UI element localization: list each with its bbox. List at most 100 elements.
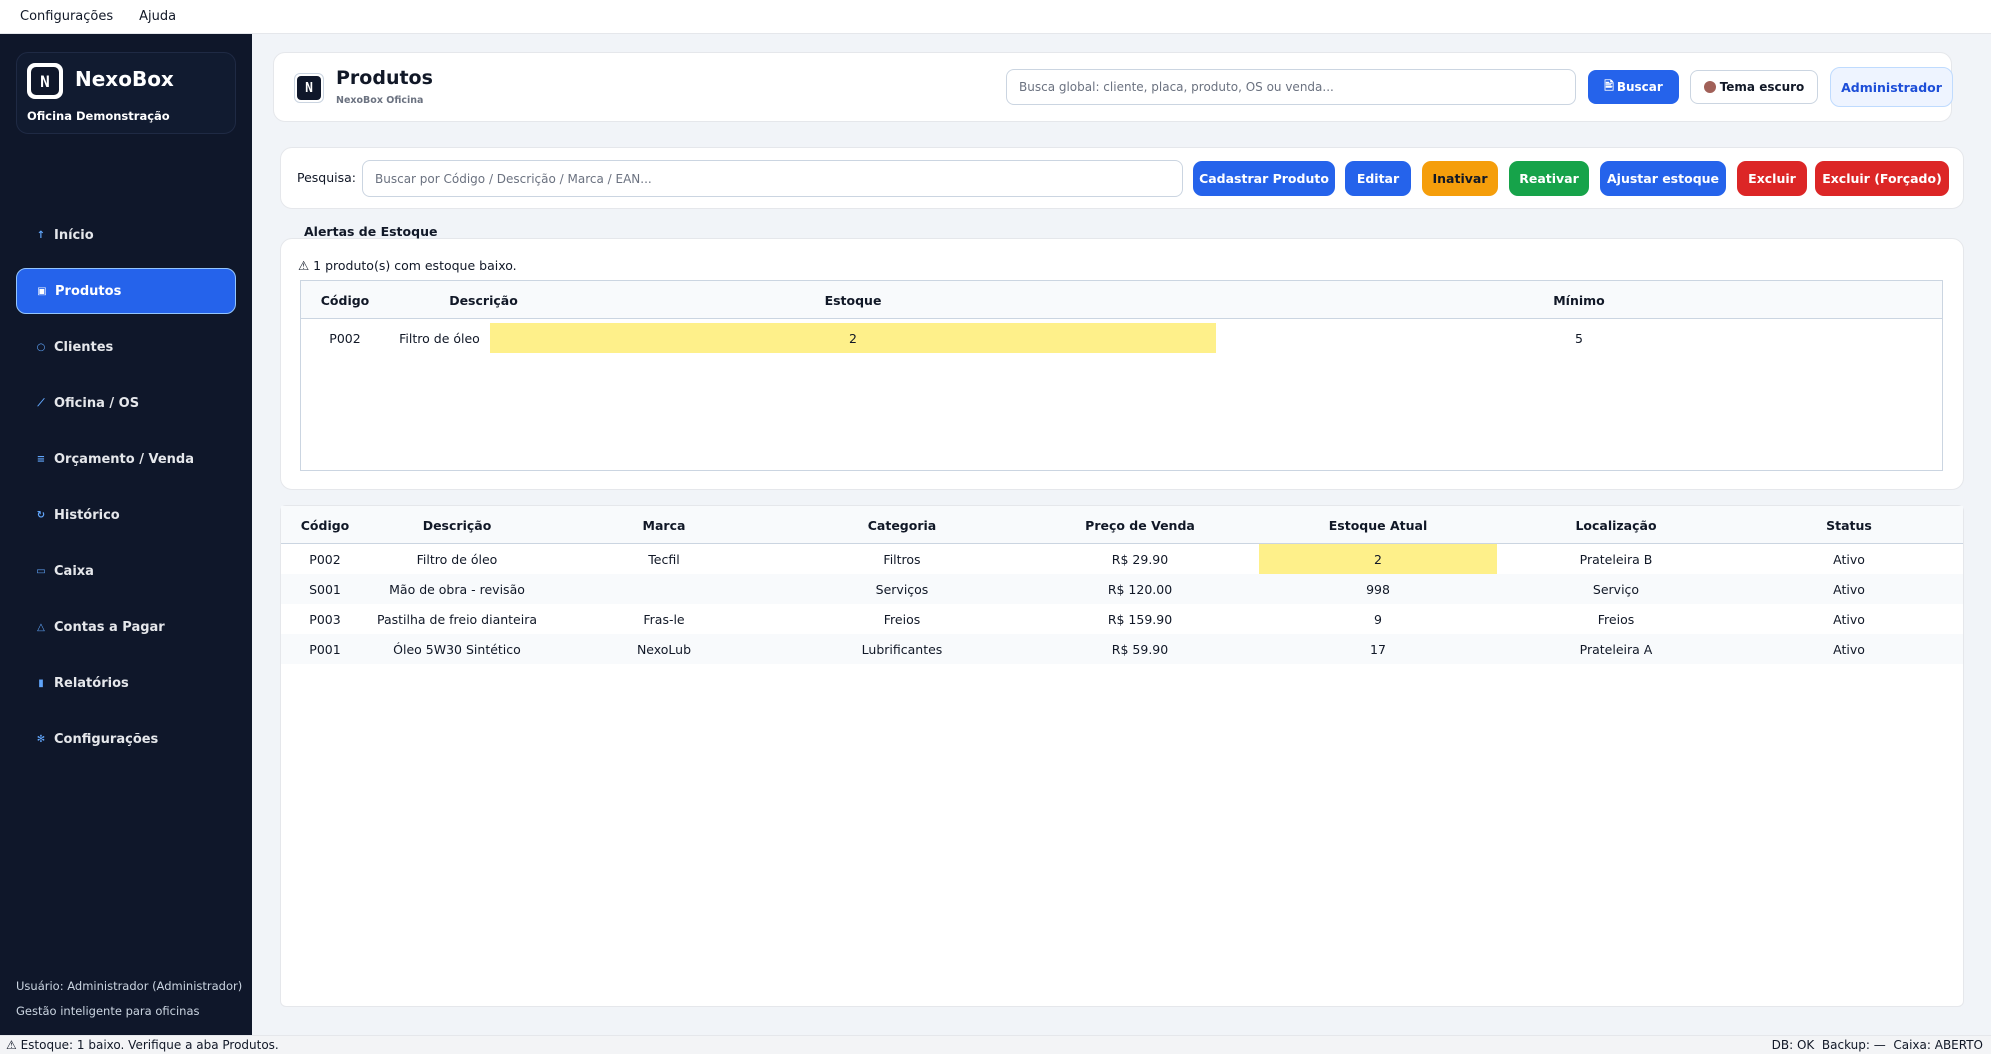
products-cell-preco: R$ 159.90	[1107, 611, 1173, 627]
alerts-cell-descricao: Filtro de óleo	[399, 330, 480, 346]
table-row[interactable]: P001 Óleo 5W30 Sintético NexoLub Lubrifican…	[281, 634, 1963, 664]
reativar-button[interactable]: Reativar	[1509, 161, 1589, 196]
product-search-input[interactable]	[362, 160, 1183, 197]
products-cell-codigo: S001	[309, 581, 341, 597]
brand-name: NexoBox	[75, 67, 174, 91]
brand-subtitle: Oficina Demonstração	[27, 109, 170, 123]
footer-user: Usuário: Administrador (Administrador)	[16, 979, 243, 993]
products-cell-descricao: Óleo 5W30 Sintético	[393, 641, 521, 657]
global-search-button[interactable]: 🖹 Buscar	[1588, 70, 1679, 104]
products-col-codigo[interactable]: Código	[281, 506, 369, 544]
products-cell-descricao: Filtro de óleo	[416, 551, 498, 567]
products-cell-categoria: Lubrificantes	[861, 641, 943, 657]
sidebar-item-orcamento-venda[interactable]: ≡ Orçamento / Venda	[16, 436, 236, 482]
products-col-estoque[interactable]: Estoque Atual	[1259, 506, 1497, 544]
products-cell-status: Ativo	[1833, 551, 1865, 567]
sidebar-item-caixa[interactable]: ▭ Caixa	[16, 548, 236, 594]
sidebar-item-contas-a-pagar[interactable]: △ Contas a Pagar	[16, 604, 236, 650]
statusbar: ⚠ Estoque: 1 baixo. Verifique a aba Prod…	[0, 1035, 1991, 1054]
list-icon: ≡	[36, 453, 46, 465]
products-cell-marca	[545, 574, 783, 604]
menu-ajuda[interactable]: Ajuda	[131, 9, 184, 24]
page-header: N Produtos NexoBox Oficina 🖹Buscar Tema …	[273, 52, 1953, 122]
sidebar-item-produtos[interactable]: ▣ Produtos	[16, 268, 236, 314]
statusbar-stock-message: ⚠ Estoque: 1 baixo. Verifique a aba Prod…	[6, 1038, 279, 1052]
products-table[interactable]: Código Descrição Marca Categoria Preço de Ve…	[280, 505, 1964, 1007]
cash-icon: ▭	[36, 565, 46, 577]
nexobox-logo-icon: N	[31, 67, 59, 95]
table-row[interactable]: S001 Mão de obra - revisão Serviços R$ 120.…	[281, 574, 1963, 604]
stock-alerts-table[interactable]: Código Descrição Estoque Mínimo P002 Filt…	[300, 280, 1943, 471]
excluir-forcado-button[interactable]: Excluir (Forçado)	[1815, 161, 1949, 196]
products-cell-marca: NexoLub	[636, 641, 692, 657]
menu-configuracoes[interactable]: Configurações	[12, 9, 121, 24]
products-cell-categoria: Freios	[883, 611, 921, 627]
products-col-localizacao[interactable]: Localização	[1497, 506, 1735, 544]
editar-button[interactable]: Editar	[1345, 161, 1411, 196]
sidebar-item-label: Orçamento / Venda	[54, 451, 195, 467]
sidebar-item-historico[interactable]: ↻ Histórico	[16, 492, 236, 538]
header-logo: N	[294, 73, 324, 103]
sidebar-item-label: Oficina / OS	[54, 395, 140, 411]
sidebar-item-label: Clientes	[54, 339, 114, 355]
products-cell-codigo: P002	[309, 551, 341, 567]
box-icon: ▣	[37, 285, 47, 297]
products-cell-preco: R$ 29.90	[1111, 551, 1169, 567]
sidebar-item-label: Contas a Pagar	[54, 619, 165, 635]
products-cell-localizacao: Prateleira B	[1579, 551, 1653, 567]
sidebar-item-clientes[interactable]: ○ Clientes	[16, 324, 236, 370]
sidebar-footer: Usuário: Administrador (Administrador) G…	[16, 974, 242, 1024]
sidebar-item-label: Histórico	[54, 507, 120, 523]
products-col-status[interactable]: Status	[1735, 506, 1963, 544]
gear-icon: ✻	[36, 733, 46, 745]
ajustar-estoque-button[interactable]: Ajustar estoque	[1600, 161, 1726, 196]
sidebar-nav: ↑ Início ▣ Produtos ○ Clientes ⟋ Oficina / OS ≡ O…	[16, 212, 236, 772]
nexobox-logo-icon: N	[297, 76, 321, 100]
sidebar-item-label: Produtos	[55, 283, 122, 299]
theme-toggle-button[interactable]: Tema escuro	[1690, 70, 1818, 104]
footer-tagline: Gestão inteligente para oficinas	[16, 1004, 200, 1018]
page-subtitle: NexoBox Oficina	[336, 95, 424, 106]
products-cell-status: Ativo	[1833, 581, 1865, 597]
products-cell-categoria: Serviços	[875, 581, 929, 597]
sidebar-item-inicio[interactable]: ↑ Início	[16, 212, 236, 258]
arrow-up-icon: ↑	[36, 229, 46, 241]
global-search-button-label: Buscar	[1616, 80, 1663, 94]
products-col-marca[interactable]: Marca	[545, 506, 783, 544]
alerts-col-codigo[interactable]: Código	[301, 281, 389, 319]
products-cell-categoria: Filtros	[883, 551, 921, 567]
admin-button[interactable]: Administrador	[1830, 67, 1953, 107]
alerts-cell-codigo: P002	[329, 330, 361, 346]
products-col-descricao[interactable]: Descrição	[369, 506, 545, 544]
sidebar: N NexoBox Oficina Demonstração ↑ Início ▣ P…	[0, 34, 252, 1035]
theme-dot-icon	[1703, 81, 1716, 93]
brand-card: N NexoBox Oficina Demonstração	[16, 52, 236, 134]
stock-alerts-title: Alertas de Estoque	[304, 224, 438, 239]
menubar: Configurações Ajuda	[0, 0, 1991, 34]
search-doc-icon: 🖹	[1604, 78, 1614, 93]
products-cell-estoque: 998	[1366, 581, 1390, 597]
products-col-preco[interactable]: Preço de Venda	[1021, 506, 1259, 544]
sidebar-item-configuracoes[interactable]: ✻ Configurações	[16, 716, 236, 762]
alerts-col-minimo[interactable]: Mínimo	[1216, 281, 1942, 319]
products-col-categoria[interactable]: Categoria	[783, 506, 1021, 544]
cadastrar-produto-button[interactable]: Cadastrar Produto	[1193, 161, 1335, 196]
products-cell-status: Ativo	[1833, 641, 1865, 657]
sidebar-item-oficina-os[interactable]: ⟋ Oficina / OS	[16, 380, 236, 426]
global-search-input[interactable]	[1006, 69, 1576, 105]
products-cell-marca: Fras-le	[643, 611, 685, 627]
table-row[interactable]: P002 Filtro de óleo Tecfil Filtros R$ 29.90 2…	[281, 544, 1963, 574]
warning-icon: △	[37, 621, 45, 633]
products-cell-estoque: 17	[1370, 641, 1386, 657]
theme-toggle-label: Tema escuro	[1719, 80, 1805, 94]
alerts-col-estoque[interactable]: Estoque	[490, 281, 1216, 319]
sidebar-item-relatorios[interactable]: ▮ Relatórios	[16, 660, 236, 706]
products-cell-estoque: 2	[1259, 544, 1497, 574]
table-row[interactable]: P003 Pastilha de freio dianteira Fras-le Fr…	[281, 604, 1963, 634]
inativar-button[interactable]: Inativar	[1422, 161, 1498, 196]
alerts-table-row[interactable]: P002 Filtro de óleo 2 5	[301, 323, 1942, 353]
sidebar-item-label: Relatórios	[54, 675, 129, 691]
sidebar-item-label: Caixa	[54, 563, 94, 579]
products-cell-preco: R$ 59.90	[1111, 641, 1169, 657]
excluir-button[interactable]: Excluir	[1737, 161, 1807, 196]
